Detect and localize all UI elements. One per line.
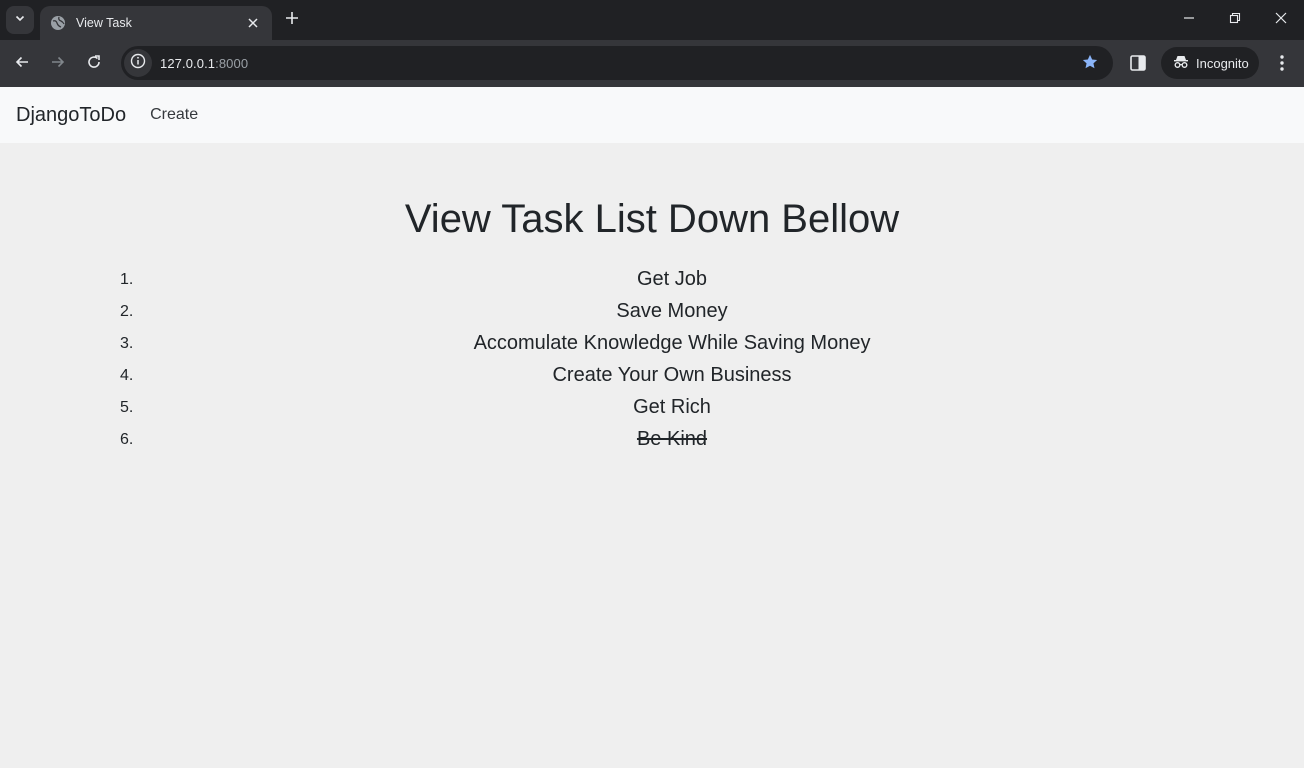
task-item: 3. Accomulate Knowledge While Saving Mon… [0,327,1304,359]
task-text[interactable]: Get Rich [40,391,1304,423]
globe-icon [50,15,66,31]
forward-button[interactable] [45,51,71,77]
task-item: 2. Save Money [0,295,1304,327]
reload-icon [86,54,102,75]
side-panel-icon[interactable] [1128,53,1148,73]
browser-titlebar: View Task [0,0,1304,40]
task-item: 6. Be Kind [0,423,1304,455]
create-link[interactable]: Create [150,106,198,124]
restore-icon [1229,11,1241,29]
new-tab-button[interactable] [280,8,304,32]
plus-icon [285,11,299,30]
site-info-button[interactable] [124,49,152,77]
incognito-icon [1173,54,1189,73]
task-text[interactable]: Get Job [40,263,1304,295]
minimize-icon [1183,11,1195,29]
task-item: 4. Create Your Own Business [0,359,1304,391]
close-icon[interactable] [244,14,262,32]
more-vert-icon[interactable] [1272,53,1292,73]
task-text[interactable]: Save Money [40,295,1304,327]
task-item: 1. Get Job [0,263,1304,295]
restore-button[interactable] [1212,0,1258,40]
tab-search-button[interactable] [6,6,34,34]
task-text[interactable]: Create Your Own Business [40,359,1304,391]
active-tab[interactable]: View Task [40,6,272,40]
window-close-icon [1275,11,1287,29]
task-text[interactable]: Accomulate Knowledge While Saving Money [40,327,1304,359]
info-icon [130,53,146,74]
incognito-label: Incognito [1196,55,1249,71]
minimize-button[interactable] [1166,0,1212,40]
tab-title: View Task [76,16,132,30]
task-item: 5. Get Rich [0,391,1304,423]
reload-button[interactable] [81,51,107,77]
browser-toolbar: 127.0.0.1:8000 Incognito [0,40,1304,87]
back-arrow-icon [14,54,30,75]
window-close-button[interactable] [1258,0,1304,40]
chevron-down-icon [14,11,26,29]
star-icon[interactable] [1081,53,1099,71]
task-list: 1. Get Job 2. Save Money 3. Accomulate K… [0,263,1304,455]
task-text-completed[interactable]: Be Kind [40,423,1304,455]
incognito-badge[interactable]: Incognito [1161,47,1259,79]
back-button[interactable] [9,51,35,77]
page-title: View Task List Down Bellow [404,197,900,241]
brand-link[interactable]: DjangoToDo [16,104,126,127]
url-port: :8000 [215,55,249,71]
forward-arrow-icon [50,54,66,75]
site-navbar: DjangoToDo Create [0,87,1304,143]
main-content: View Task List Down Bellow 1. Get Job 2.… [0,195,1304,455]
url-host: 127.0.0.1 [160,55,216,71]
address-bar[interactable]: 127.0.0.1:8000 [121,46,1113,80]
url-text: 127.0.0.1:8000 [160,56,248,71]
